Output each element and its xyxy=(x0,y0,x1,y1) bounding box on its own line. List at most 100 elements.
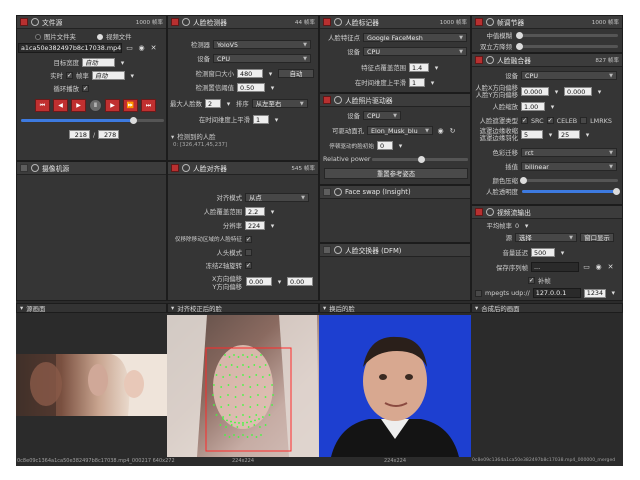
first-frame-button[interactable]: ⏮ xyxy=(35,99,50,112)
chevron-down-icon[interactable]: ▾ xyxy=(432,63,441,72)
gear-icon[interactable] xyxy=(182,164,190,172)
chevron-down-icon[interactable]: ▾ xyxy=(609,289,618,298)
loop-checkbox[interactable]: ✓ xyxy=(82,85,89,92)
chevron-down-icon[interactable]: ▾ xyxy=(268,221,277,230)
power-icon[interactable] xyxy=(323,188,331,196)
eye-icon[interactable]: ◉ xyxy=(137,44,146,53)
gear-icon[interactable] xyxy=(334,18,342,26)
detector-dropdown[interactable]: YoloV5 ▼ xyxy=(213,40,311,49)
gear-icon[interactable] xyxy=(486,18,494,26)
chevron-down-icon[interactable]: ▾ xyxy=(548,102,557,111)
frame-slider[interactable] xyxy=(21,117,164,124)
exclude-moving-checkbox[interactable]: ✓ xyxy=(245,235,252,243)
fill-frames-checkbox[interactable]: ✓ xyxy=(528,277,535,284)
save-path-field[interactable]: ... xyxy=(531,262,579,272)
chevron-down-icon[interactable]: ▾ xyxy=(266,69,275,78)
source-frame-bar[interactable]: ▾ 源画面 xyxy=(16,303,167,313)
gear-icon[interactable] xyxy=(334,188,342,196)
x-offset-field[interactable]: 0.00 xyxy=(246,277,272,286)
median-blur-slider[interactable] xyxy=(516,32,618,39)
device-dropdown[interactable]: CPU ▼ xyxy=(521,71,617,80)
chevron-down-icon[interactable]: ▾ xyxy=(118,58,127,67)
resolution-field[interactable]: 224 xyxy=(245,221,265,230)
gear-icon[interactable] xyxy=(31,164,39,172)
chevron-down-icon[interactable]: ▾ xyxy=(268,207,277,216)
mask-lmrks-checkbox[interactable] xyxy=(580,117,588,124)
erode-field[interactable]: 5 xyxy=(521,130,543,139)
mpegts-checkbox[interactable] xyxy=(475,289,482,297)
chevron-down-icon[interactable]: ▾ xyxy=(552,87,561,96)
image-folder-radio[interactable] xyxy=(35,33,41,40)
color-transfer-dropdown[interactable]: rct ▼ xyxy=(521,148,617,157)
port-field[interactable]: 1234 xyxy=(583,288,606,298)
chevron-down-icon[interactable]: ▾ xyxy=(275,277,284,286)
last-frame-button[interactable]: ⏭ xyxy=(141,99,156,112)
model-dropdown[interactable]: Elon_Musk_blu ▼ xyxy=(367,126,433,135)
coverage-field[interactable]: 1.4 xyxy=(409,63,429,72)
relative-power-slider[interactable] xyxy=(372,156,468,163)
variant-field[interactable]: 0 xyxy=(377,141,393,150)
power-icon[interactable] xyxy=(323,96,331,104)
interpolation-dropdown[interactable]: bilinear ▼ xyxy=(521,162,617,171)
play-button[interactable]: ▶ xyxy=(71,99,86,112)
swapped-face-bar[interactable]: ▾ 换后的脸 xyxy=(319,303,471,313)
power-icon[interactable] xyxy=(171,164,179,172)
current-frame-field[interactable]: 218 xyxy=(69,130,90,139)
power-icon[interactable] xyxy=(323,18,331,26)
power-icon[interactable] xyxy=(171,18,179,26)
chevron-down-icon[interactable]: ▾ xyxy=(224,99,233,108)
auto-button[interactable]: 自动 xyxy=(278,69,314,78)
refresh-icon[interactable]: ↻ xyxy=(448,126,457,135)
y-offset-field[interactable]: 0.00 xyxy=(287,277,313,286)
coverage-field[interactable]: 2.2 xyxy=(245,207,265,216)
chevron-down-icon[interactable]: ▾ xyxy=(595,87,604,96)
step-forward-button[interactable]: ▶ xyxy=(105,99,120,112)
offset-y-field[interactable]: 0.000 xyxy=(564,87,592,96)
window-display-button[interactable]: 窗口显示 xyxy=(580,233,614,242)
video-file-radio[interactable] xyxy=(96,33,103,40)
chevron-down-icon[interactable]: ▾ xyxy=(546,130,555,139)
temporal-smoothing-field[interactable]: 1 xyxy=(253,115,269,124)
blur-field[interactable]: 25 xyxy=(558,130,580,139)
mask-src-checkbox[interactable]: ✓ xyxy=(521,117,528,124)
file-path-field[interactable]: a1ca50e382497b8c17038.mp4 xyxy=(18,43,122,53)
delay-field[interactable]: 500 xyxy=(531,248,555,257)
eye-icon[interactable]: ◉ xyxy=(594,263,603,272)
scale-field[interactable]: 1.00 xyxy=(521,102,545,111)
power-icon[interactable] xyxy=(475,208,483,216)
gear-icon[interactable] xyxy=(31,18,39,26)
expand-icon[interactable]: ▾ xyxy=(171,133,174,141)
reset-reference-pose-button[interactable]: 重置参考姿态 xyxy=(324,168,468,179)
threshold-field[interactable]: 0.50 xyxy=(237,83,265,92)
chevron-down-icon[interactable]: ▾ xyxy=(268,83,277,92)
chevron-down-icon[interactable]: ▾ xyxy=(428,78,437,87)
color-compress-slider[interactable] xyxy=(520,177,618,184)
folder-icon[interactable]: ▭ xyxy=(125,44,134,53)
device-dropdown[interactable]: CPU ▼ xyxy=(363,111,401,120)
chevron-down-icon[interactable]: ▾ xyxy=(272,115,281,124)
fps-field[interactable]: 自动 xyxy=(91,71,125,80)
degrade-slider[interactable] xyxy=(516,43,618,50)
power-icon[interactable] xyxy=(323,246,331,254)
step-back-button[interactable]: ◀ xyxy=(53,99,68,112)
eye-icon[interactable]: ◉ xyxy=(436,126,445,135)
gear-icon[interactable] xyxy=(334,96,342,104)
head-mode-checkbox[interactable] xyxy=(245,249,252,256)
close-icon[interactable]: ✕ xyxy=(149,44,158,53)
chevron-down-icon[interactable]: ▾ xyxy=(558,248,567,257)
power-icon[interactable] xyxy=(20,164,28,172)
sort-dropdown[interactable]: 从左至右 ▼ xyxy=(251,99,308,108)
merged-frame-bar[interactable]: ▾ 合成后的画面 xyxy=(471,303,623,313)
gear-icon[interactable] xyxy=(334,246,342,254)
max-faces-field[interactable]: 2 xyxy=(205,99,221,108)
chevron-down-icon[interactable]: ▾ xyxy=(396,141,405,150)
offset-x-field[interactable]: 0.000 xyxy=(521,87,549,96)
target-width-field[interactable]: 自动 xyxy=(82,58,115,67)
gear-icon[interactable] xyxy=(486,208,494,216)
landmarks-dropdown[interactable]: Google FaceMesh ▼ xyxy=(363,33,467,42)
temporal-smoothing-field[interactable]: 1 xyxy=(409,78,425,87)
source-dropdown[interactable]: 选择 ▼ xyxy=(515,233,577,242)
opacity-slider[interactable] xyxy=(522,188,620,195)
close-icon[interactable]: ✕ xyxy=(606,263,615,272)
device-dropdown[interactable]: CPU ▼ xyxy=(363,47,467,56)
